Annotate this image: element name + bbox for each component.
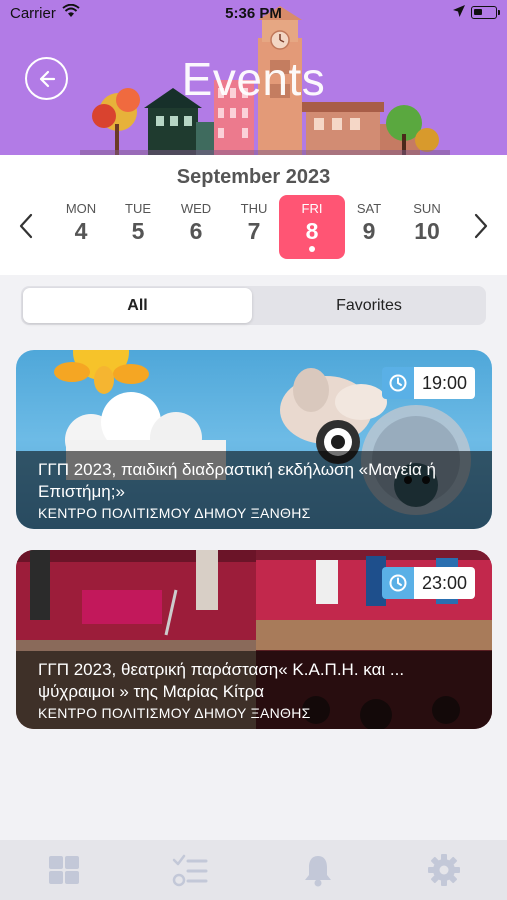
event-time: 19:00: [413, 367, 475, 399]
day-name: SUN: [413, 201, 441, 216]
grid-icon: [49, 856, 79, 884]
event-time: 23:00: [413, 567, 475, 599]
clock-icon: [389, 574, 407, 592]
event-caption: ΓΓΠ 2023, παιδική διαδραστική εκδήλωση «…: [16, 451, 492, 529]
day-wed[interactable]: WED 6: [163, 195, 229, 259]
day-number: 5: [131, 218, 145, 244]
event-dot: [309, 246, 315, 252]
tab-notifications[interactable]: [300, 852, 336, 888]
event-title: ΓΓΠ 2023, θεατρική παράσταση« Κ.Α.Π.Η. κ…: [38, 660, 405, 701]
day-number: 10: [414, 218, 440, 244]
chevron-left-icon[interactable]: [18, 213, 34, 239]
day-number: 7: [247, 218, 261, 244]
segment-all[interactable]: All: [23, 288, 252, 323]
status-bar: Carrier 5:36 PM: [0, 0, 507, 28]
tab-home[interactable]: [46, 852, 82, 888]
day-sat[interactable]: SAT 9: [336, 195, 402, 259]
day-number: 6: [189, 218, 203, 244]
time-badge: 19:00: [381, 367, 475, 399]
page-title: Events: [181, 53, 326, 105]
checklist-icon: [172, 854, 208, 887]
time-badge: 23:00: [381, 567, 475, 599]
location-arrow-icon: [453, 5, 465, 17]
event-venue: ΚΕΝΤΡΟ ΠΟΛΙΤΙΣΜΟΥ ΔΗΜΟΥ ΞΑΝΘΗΣ: [38, 505, 311, 521]
week-calendar: September 2023 MON 4 TUE 5 WED 6 THU 7 F…: [0, 155, 507, 275]
tab-list[interactable]: [172, 852, 208, 888]
battery-icon: [471, 6, 500, 19]
event-title: ΓΓΠ 2023, παιδική διαδραστική εκδήλωση «…: [38, 460, 436, 501]
day-sun[interactable]: SUN 10: [394, 195, 460, 259]
day-tue[interactable]: TUE 5: [105, 195, 171, 259]
gear-icon: [428, 854, 460, 886]
day-name: TUE: [125, 201, 151, 216]
month-label: September 2023: [176, 166, 331, 188]
event-venue: ΚΕΝΤΡΟ ΠΟΛΙΤΙΣΜΟΥ ΔΗΜΟΥ ΞΑΝΘΗΣ: [38, 705, 311, 721]
tab-settings[interactable]: [426, 852, 462, 888]
segment-favorites[interactable]: Favorites: [254, 288, 484, 323]
day-name: SAT: [356, 201, 382, 216]
event-card[interactable]: 19:00 ΓΓΠ 2023, παιδική διαδραστική εκδή…: [16, 350, 492, 529]
filter-segmented-control: All Favorites: [21, 286, 486, 325]
tab-bar: [0, 840, 507, 900]
bell-icon: [305, 856, 331, 887]
chevron-right-icon[interactable]: [473, 213, 489, 239]
event-caption: ΓΓΠ 2023, θεατρική παράσταση« Κ.Α.Π.Η. κ…: [16, 651, 492, 729]
day-name: THU: [240, 201, 268, 216]
day-name: WED: [180, 201, 212, 216]
status-time: 5:36 PM: [225, 5, 282, 22]
day-number: 9: [362, 218, 376, 244]
header-banner: Carrier 5:36 PM Events: [0, 0, 507, 155]
day-thu[interactable]: THU 7: [221, 195, 287, 259]
event-card[interactable]: 23:00 ΓΓΠ 2023, θεατρική παράσταση« Κ.Α.…: [16, 550, 492, 729]
clock-icon: [389, 374, 407, 392]
